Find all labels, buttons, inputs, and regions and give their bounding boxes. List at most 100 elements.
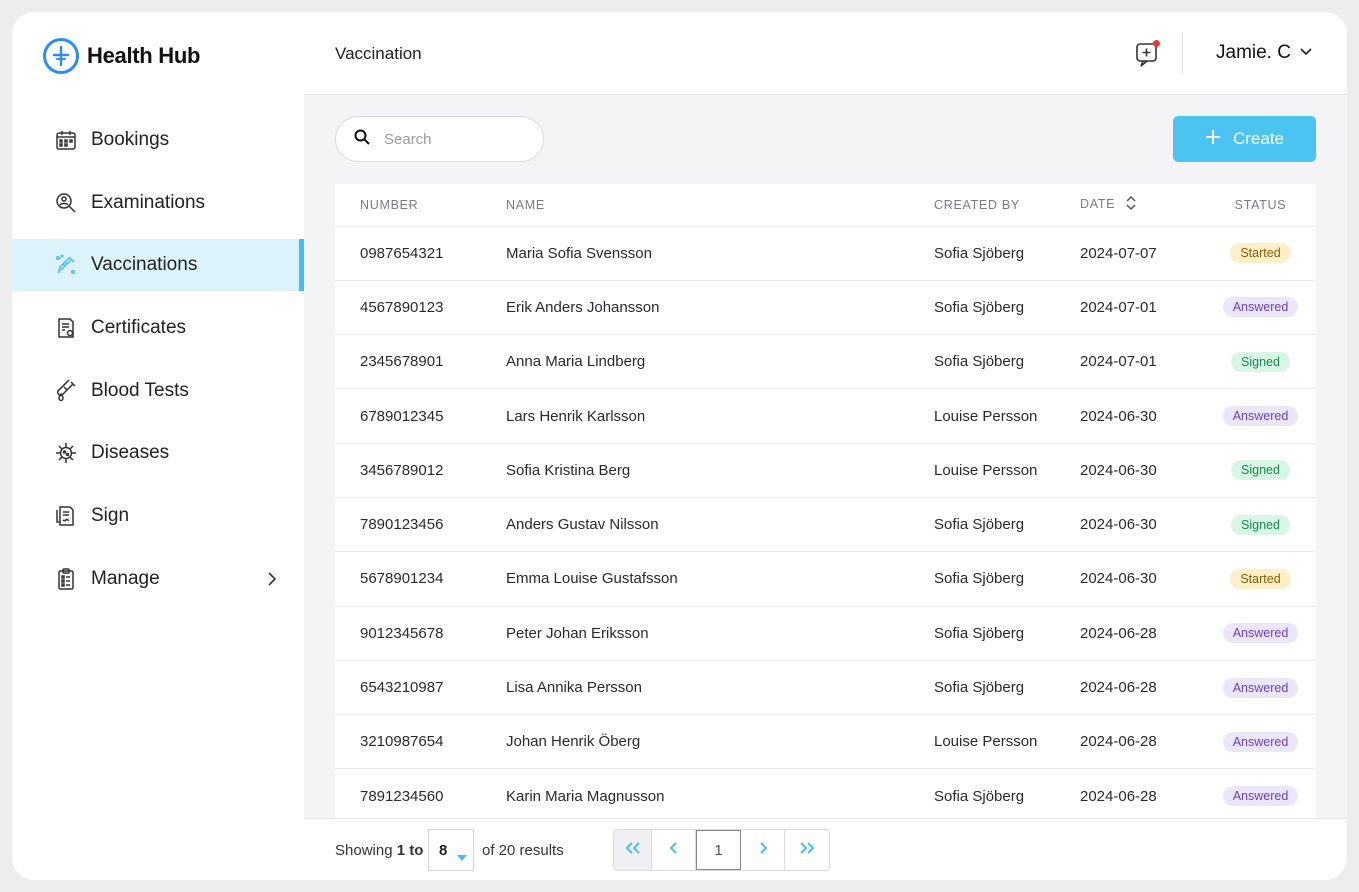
cell-name: Sofia Kristina Berg: [506, 443, 934, 498]
cell-created-by: Louise Persson: [934, 443, 1080, 498]
cell-number: 2345678901: [335, 334, 506, 390]
sidebar-item-vaccinations[interactable]: Vaccinations: [12, 239, 304, 292]
showing-prefix: Showing: [335, 842, 393, 859]
next-page-button[interactable]: [741, 830, 785, 870]
table-row[interactable]: 4567890123 Erik Anders Johansson Sofia Sjö…: [335, 280, 1316, 336]
table-row[interactable]: 7891234560 Karin Maria Magnusson Sofia Sjö…: [335, 768, 1316, 818]
sidebar-item-examinations[interactable]: Examinations: [12, 177, 304, 229]
table-row[interactable]: 7890123456 Anders Gustav Nilsson Sofia Sjö…: [335, 497, 1316, 553]
sidebar-item-blood-tests[interactable]: Blood Tests: [12, 365, 304, 417]
table-row[interactable]: 6789012345 Lars Henrik Karlsson Louise Per…: [335, 388, 1316, 444]
cell-date: 2024-06-30: [1080, 443, 1205, 498]
cell-date: 2024-07-07: [1080, 226, 1205, 281]
cell-number: 9012345678: [335, 606, 506, 661]
top-bar: Vaccination Jamie. C: [304, 12, 1347, 95]
per-page-select[interactable]: 8: [428, 829, 474, 871]
column-header-number[interactable]: NUMBER: [335, 184, 506, 227]
chevron-left-icon: [669, 841, 679, 860]
status-badge: Answered: [1222, 786, 1299, 807]
table-row[interactable]: 6543210987 Lisa Annika Persson Sofia Sjöbe…: [335, 660, 1316, 716]
status-badge: Answered: [1222, 677, 1299, 698]
cell-date: 2024-06-28: [1080, 768, 1205, 818]
cell-status: Answered: [1205, 768, 1316, 818]
cell-created-by: Louise Persson: [934, 388, 1080, 444]
cell-created-by: Louise Persson: [934, 714, 1080, 770]
status-badge: Signed: [1231, 351, 1290, 372]
search-box[interactable]: [335, 116, 544, 162]
cell-status: Answered: [1205, 660, 1316, 716]
table-row[interactable]: 5678901234 Emma Louise Gustafsson Sofia Sj…: [335, 551, 1316, 607]
brand[interactable]: Health Hub: [43, 38, 200, 74]
column-header-name[interactable]: NAME: [506, 184, 934, 227]
first-page-button[interactable]: [614, 830, 652, 870]
sidebar-item-diseases[interactable]: Diseases: [12, 427, 304, 479]
table-row[interactable]: 9012345678 Peter Johan Eriksson Sofia Sjöb…: [335, 606, 1316, 661]
cell-name: Anna Maria Lindberg: [506, 334, 934, 390]
app-window: Health Hub Bookings Examinations Vaccina…: [12, 12, 1347, 880]
cell-number: 3456789012: [335, 443, 506, 498]
search-icon: [354, 129, 370, 150]
user-menu[interactable]: Jamie. C: [1216, 42, 1313, 64]
calendar-icon: [54, 128, 78, 152]
cell-status: Signed: [1205, 334, 1316, 390]
status-badge: Answered: [1222, 731, 1299, 752]
column-header-status[interactable]: STATUS: [1205, 184, 1316, 227]
showing-text: Showing 1 to: [335, 842, 423, 859]
topbar-divider: [1182, 32, 1183, 74]
table-header-row: NUMBER NAME CREATED BY DATE STATUS: [335, 184, 1316, 227]
search-input[interactable]: [384, 130, 524, 148]
cell-created-by: Sofia Sjöberg: [934, 334, 1080, 390]
medical-chat-icon[interactable]: [1134, 40, 1162, 68]
sidebar-item-sign[interactable]: Sign: [12, 490, 304, 542]
create-button[interactable]: Create: [1173, 116, 1316, 162]
create-button-label: Create: [1232, 129, 1285, 148]
cell-name: Erik Anders Johansson: [506, 280, 934, 336]
cell-number: 6789012345: [335, 388, 506, 444]
table-row[interactable]: 0987654321 Maria Sofia Svensson Sofia Sjöb…: [335, 226, 1316, 281]
vaccinations-table: NUMBER NAME CREATED BY DATE STATUS 09876…: [335, 184, 1316, 818]
cell-created-by: Sofia Sjöberg: [934, 660, 1080, 716]
table-row[interactable]: 2345678901 Anna Maria Lindberg Sofia Sjöbe…: [335, 334, 1316, 390]
status-badge: Answered: [1222, 623, 1299, 644]
table-row[interactable]: 3210987654 Johan Henrik Öberg Louise Perss…: [335, 714, 1316, 770]
cell-status: Started: [1205, 551, 1316, 607]
status-badge: Started: [1230, 568, 1291, 589]
cell-name: Lars Henrik Karlsson: [506, 388, 934, 444]
cell-created-by: Sofia Sjöberg: [934, 280, 1080, 336]
sidebar-item-certificates[interactable]: Certificates: [12, 302, 304, 354]
caret-down-icon: [457, 848, 467, 865]
double-chevron-right-icon: [798, 841, 816, 860]
column-header-date[interactable]: DATE: [1080, 184, 1205, 227]
notification-dot: [1153, 40, 1160, 47]
sidebar-nav: Bookings Examinations Vaccinations Certi…: [12, 114, 304, 616]
column-header-created-by[interactable]: CREATED BY: [934, 184, 1080, 227]
cell-status: Answered: [1205, 280, 1316, 336]
sidebar-item-manage[interactable]: Manage: [12, 553, 304, 605]
previous-page-button[interactable]: [652, 830, 696, 870]
table-body: 0987654321 Maria Sofia Svensson Sofia Sjöb…: [335, 226, 1316, 818]
last-page-button[interactable]: [785, 830, 829, 870]
sidebar-item-bookings[interactable]: Bookings: [12, 114, 304, 166]
cell-date: 2024-07-01: [1080, 334, 1205, 390]
current-page-input[interactable]: 1: [696, 830, 741, 870]
cell-status: Answered: [1205, 388, 1316, 444]
cell-status: Signed: [1205, 497, 1316, 553]
sidebar-item-label: Vaccinations: [91, 254, 198, 276]
cell-name: Emma Louise Gustafsson: [506, 551, 934, 607]
cell-date: 2024-07-01: [1080, 280, 1205, 336]
sidebar: Health Hub Bookings Examinations Vaccina…: [12, 12, 304, 880]
sort-icon[interactable]: [1125, 195, 1137, 214]
cell-number: 4567890123: [335, 280, 506, 336]
table-row[interactable]: 3456789012 Sofia Kristina Berg Louise Pers…: [335, 443, 1316, 498]
cell-number: 6543210987: [335, 660, 506, 716]
cell-status: Answered: [1205, 714, 1316, 770]
sidebar-item-label: Bookings: [91, 129, 170, 150]
status-badge: Answered: [1222, 406, 1299, 427]
column-header-date-label: DATE: [1080, 197, 1116, 212]
syringe-icon: [54, 253, 78, 277]
chevron-down-icon: [1299, 44, 1313, 62]
cell-status: Started: [1205, 226, 1316, 281]
cell-number: 5678901234: [335, 551, 506, 607]
status-badge: Started: [1230, 243, 1291, 264]
main-content: Vaccination Jamie. C Search Create NUMBE…: [304, 12, 1347, 880]
